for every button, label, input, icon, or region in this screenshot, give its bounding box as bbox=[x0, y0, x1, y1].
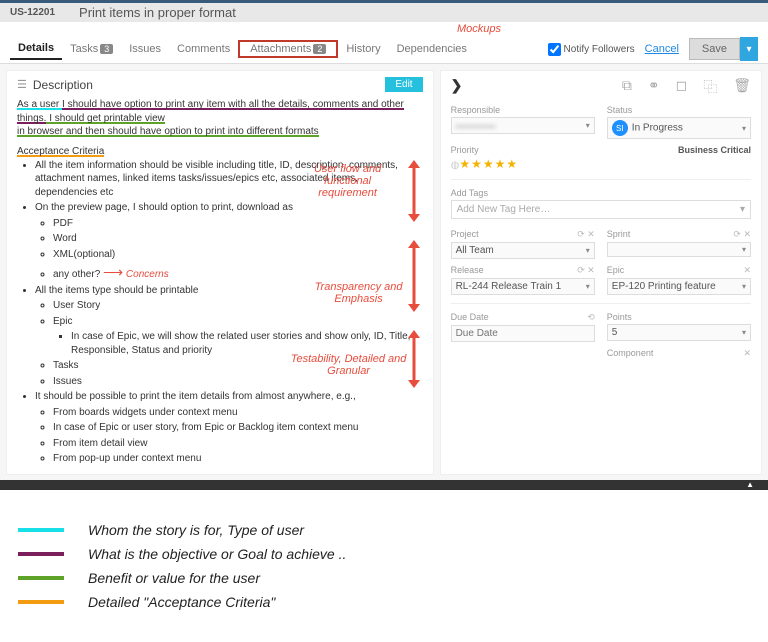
duplicate-icon[interactable]: ⿻ bbox=[703, 77, 717, 97]
duedate-input[interactable] bbox=[451, 325, 595, 342]
chevron-right-icon[interactable]: ❯ bbox=[451, 77, 463, 97]
epic-label: Epic bbox=[607, 265, 625, 276]
arrow-vert-icon bbox=[409, 331, 419, 387]
trash-icon[interactable]: 🗑 bbox=[733, 77, 751, 97]
tab-details[interactable]: Details bbox=[10, 38, 62, 60]
concerns-annotation: Concerns bbox=[126, 269, 169, 280]
mockups-annotation: Mockups bbox=[190, 23, 768, 35]
status-label: Status bbox=[607, 105, 751, 115]
tab-issues[interactable]: Issues bbox=[121, 39, 169, 59]
criteria-list: All the item information should be visib… bbox=[35, 159, 423, 466]
release-label: Release bbox=[451, 265, 484, 276]
bookmark-icon[interactable]: ◻ bbox=[676, 77, 688, 97]
tab-comments[interactable]: Comments bbox=[169, 39, 238, 59]
duedate-label: Due Date bbox=[451, 312, 489, 323]
item-title: Print items in proper format bbox=[79, 5, 236, 20]
points-select[interactable]: 5▾ bbox=[607, 324, 751, 341]
sprint-select[interactable]: ▾ bbox=[607, 242, 751, 257]
item-id: US-12201 bbox=[10, 7, 55, 18]
notify-followers[interactable]: Notify Followers bbox=[548, 43, 635, 56]
description-heading: Description bbox=[33, 78, 93, 92]
expand-up-icon[interactable]: ▲ bbox=[746, 480, 754, 489]
addtag-input[interactable]: Add New Tag Here…▾ bbox=[451, 200, 751, 219]
flow-annotation: User flow and functional requirement bbox=[303, 163, 393, 199]
tab-dependencies[interactable]: Dependencies bbox=[389, 39, 475, 59]
addtags-label: Add Tags bbox=[451, 188, 751, 198]
acceptance-criteria-heading: Acceptance Criteria bbox=[17, 146, 104, 157]
responsible-select[interactable]: ▬▬▬▬▾ bbox=[451, 117, 595, 134]
tab-history[interactable]: History bbox=[338, 39, 388, 59]
cancel-link[interactable]: Cancel bbox=[645, 43, 679, 55]
priority-stars[interactable]: ◍★★★★★ bbox=[451, 157, 751, 171]
arrow-vert-icon bbox=[409, 161, 419, 221]
transparency-annotation: Transparency and Emphasis bbox=[309, 281, 409, 305]
save-button[interactable]: Save bbox=[689, 38, 740, 60]
save-caret[interactable]: ▾ bbox=[740, 37, 758, 61]
epic-select[interactable]: EP-120 Printing feature▾ bbox=[607, 278, 751, 295]
release-select[interactable]: RL-244 Release Train 1▾ bbox=[451, 278, 595, 295]
swatch-green bbox=[18, 576, 64, 580]
tab-tasks[interactable]: Tasks3 bbox=[62, 39, 121, 59]
arrow-vert-icon bbox=[409, 241, 419, 311]
responsible-label: Responsible bbox=[451, 105, 595, 115]
priority-value: Business Critical bbox=[678, 145, 751, 155]
project-label: Project bbox=[451, 229, 479, 240]
tab-attachments[interactable]: Attachments2 bbox=[242, 39, 334, 59]
link-icon[interactable]: ⚭ bbox=[648, 77, 660, 97]
story-text: As a user I should have option to print … bbox=[17, 98, 423, 139]
points-label: Points bbox=[607, 312, 751, 322]
legend: Whom the story is for, Type of user What… bbox=[0, 490, 768, 642]
edit-button[interactable]: Edit bbox=[385, 77, 422, 92]
component-label: Component bbox=[607, 348, 654, 359]
properties-panel: ❯ ⧉ ⚭ ◻ ⿻ 🗑 Responsible ▬▬▬▬▾ Status SII… bbox=[440, 70, 762, 475]
priority-label: Priority bbox=[451, 145, 479, 155]
sprint-label: Sprint bbox=[607, 229, 631, 240]
copy-icon[interactable]: ⧉ bbox=[622, 77, 632, 97]
swatch-orange bbox=[18, 600, 64, 604]
description-panel: ☰ Description Edit As a user I should ha… bbox=[6, 70, 434, 475]
swatch-cyan bbox=[18, 528, 64, 532]
testability-annotation: Testability, Detailed and Granular bbox=[289, 353, 409, 377]
notify-checkbox[interactable] bbox=[548, 43, 561, 56]
project-select[interactable]: All Team▾ bbox=[451, 242, 595, 259]
swatch-purple bbox=[18, 552, 64, 556]
arrow-right-icon: ⟶ bbox=[103, 264, 123, 280]
hamburger-icon: ☰ bbox=[17, 78, 27, 91]
status-select[interactable]: SIIn Progress▾ bbox=[607, 117, 751, 139]
bottom-strip: ▲ bbox=[0, 480, 768, 490]
